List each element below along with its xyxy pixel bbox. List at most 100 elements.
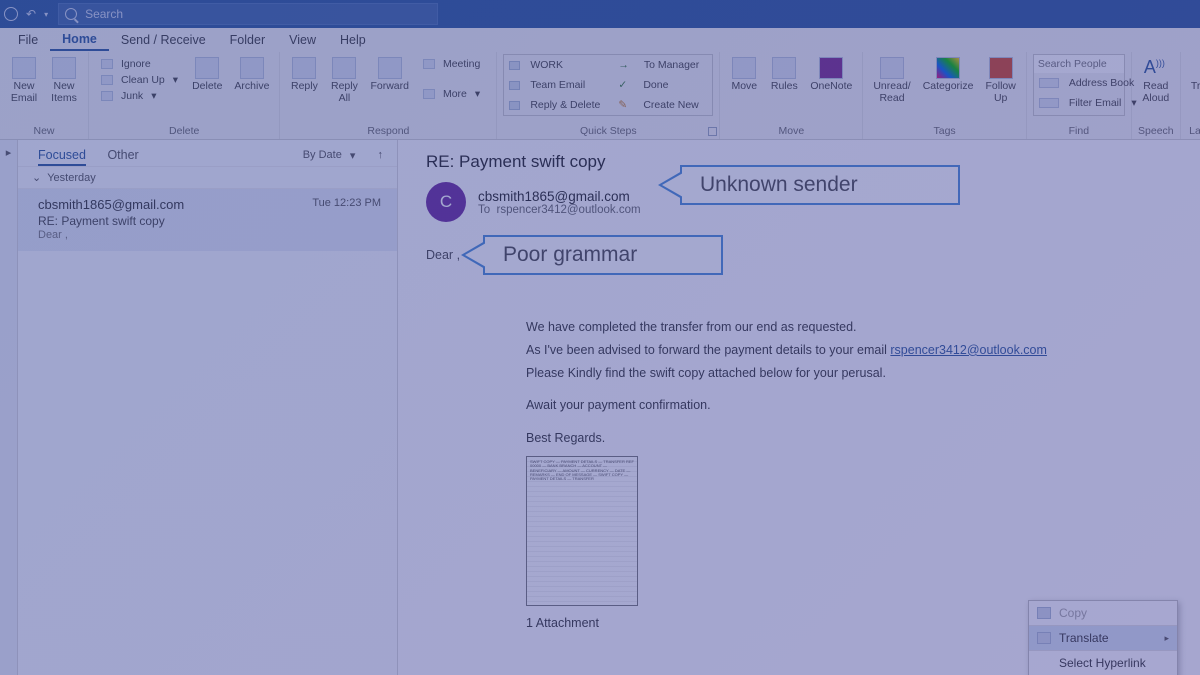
categorize-icon (936, 57, 960, 79)
email-to[interactable]: rspencer3412@outlook.com (497, 204, 641, 216)
archive-icon (240, 57, 264, 79)
search-placeholder: Search (85, 7, 123, 21)
copy-icon (1037, 607, 1051, 619)
filter-email-button[interactable]: Filter Email ▾ (1034, 93, 1124, 113)
ribbon: NewEmail NewItems New Ignore Clean Up ▾ … (0, 52, 1200, 140)
content-area: ▸ Focused Other By Date ▾ ↑ ⌄Yesterday c… (0, 140, 1200, 675)
context-menu: Copy Translate▸ Select Hyperlink Open Hy… (1028, 600, 1178, 675)
followup-button[interactable]: FollowUp (981, 54, 1019, 107)
group-find-title: Find (1027, 125, 1131, 137)
group-delete: Ignore Clean Up ▾ Junk ▾ Delete Archive … (89, 52, 280, 139)
qs-work[interactable]: WORK (504, 55, 608, 75)
qat-dropdown-icon[interactable]: ▾ (44, 10, 48, 19)
group-new-title: New (0, 125, 88, 137)
tab-focused[interactable]: Focused (38, 148, 86, 166)
message-item[interactable]: cbsmith1865@gmail.comTue 12:23 PM RE: Pa… (18, 189, 397, 251)
date-group-header[interactable]: ⌄Yesterday (18, 166, 397, 189)
search-box[interactable]: Search (58, 3, 438, 25)
ignore-button[interactable]: Ignore (97, 56, 182, 72)
rules-button[interactable]: Rules (766, 54, 802, 96)
tab-file[interactable]: File (6, 30, 50, 50)
reply-icon (292, 57, 316, 79)
group-find: Address Book Filter Email ▾ Find (1027, 52, 1132, 139)
message-subject: RE: Payment swift copy (38, 214, 381, 228)
qs-create-new[interactable]: ✎ Create New (608, 95, 712, 115)
attachment-thumbnail[interactable]: SWIFT COPY — PAYMENT DETAILS — TRANSFER … (526, 456, 638, 606)
title-bar: ↶ ▾ Search (0, 0, 1200, 28)
ignore-icon (101, 59, 113, 69)
tab-home[interactable]: Home (50, 29, 109, 51)
undo-icon[interactable]: ↶ (26, 7, 36, 21)
group-language: Translate Language (1181, 52, 1200, 139)
onenote-icon (819, 57, 843, 79)
quicksteps-launcher-icon[interactable] (708, 127, 717, 136)
qs-reply-delete[interactable]: Reply & Delete (504, 95, 608, 115)
read-aloud-button[interactable]: A)))ReadAloud (1138, 54, 1174, 107)
chevron-down-icon: ⌄ (32, 171, 41, 184)
message-preview: Dear , (38, 229, 381, 241)
junk-button[interactable]: Junk ▾ (97, 88, 182, 104)
reply-button[interactable]: Reply (286, 54, 322, 96)
folder-rail-collapsed[interactable]: ▸ (0, 140, 18, 675)
group-move: Move Rules OneNote Move (720, 52, 863, 139)
new-email-button[interactable]: NewEmail (6, 54, 42, 107)
meeting-button[interactable]: Meeting (419, 56, 488, 72)
delete-button[interactable]: Delete (188, 54, 226, 96)
tab-other[interactable]: Other (107, 148, 138, 162)
tab-help[interactable]: Help (328, 30, 378, 50)
search-icon (65, 8, 77, 20)
junk-icon (101, 91, 113, 101)
menu-select-hyperlink[interactable]: Select Hyperlink (1029, 650, 1177, 675)
archive-button[interactable]: Archive (230, 54, 273, 96)
quicksteps-gallery[interactable]: WORK Team Email Reply & Delete → To Mana… (503, 54, 713, 116)
menu-translate[interactable]: Translate▸ (1029, 625, 1177, 650)
move-button[interactable]: Move (726, 54, 762, 96)
sender-avatar[interactable]: C (426, 182, 466, 222)
menu-bar: File Home Send / Receive Folder View Hel… (0, 28, 1200, 52)
reading-pane: RE: Payment swift copy C cbsmith1865@gma… (398, 140, 1200, 675)
qs-team-email[interactable]: Team Email (504, 75, 608, 95)
address-book-button[interactable]: Address Book (1034, 73, 1124, 93)
sync-icon[interactable] (4, 7, 18, 21)
meeting-icon (423, 59, 435, 69)
flag-icon (509, 61, 520, 70)
search-people-input[interactable] (1034, 55, 1124, 73)
chevron-down-icon: ▾ (350, 149, 356, 162)
tab-send-receive[interactable]: Send / Receive (109, 30, 218, 50)
trash-icon (195, 57, 219, 79)
group-respond: Reply ReplyAll Forward Meeting More ▾ Re… (280, 52, 497, 139)
forward-button[interactable]: Forward (366, 54, 413, 96)
new-items-button[interactable]: NewItems (46, 54, 82, 107)
folder-move-icon (732, 57, 756, 79)
envelope-icon (880, 57, 904, 79)
categorize-button[interactable]: Categorize (919, 54, 978, 96)
group-speech: A)))ReadAloud Speech (1132, 52, 1181, 139)
unread-read-button[interactable]: Unread/Read (869, 54, 914, 107)
book-icon (1039, 78, 1059, 88)
qs-done[interactable]: ✓ Done (608, 75, 712, 95)
tab-folder[interactable]: Folder (218, 30, 277, 50)
group-quicksteps: WORK Team Email Reply & Delete → To Mana… (497, 52, 720, 139)
cleanup-button[interactable]: Clean Up ▾ (97, 72, 182, 88)
speaker-icon: A))) (1144, 57, 1168, 79)
message-list: Focused Other By Date ▾ ↑ ⌄Yesterday cbs… (18, 140, 398, 675)
qs-to-manager[interactable]: → To Manager (608, 55, 712, 75)
arrow-up-icon: ↑ (378, 149, 384, 161)
rules-icon (772, 57, 796, 79)
email-body: We have completed the transfer from our … (526, 318, 1146, 448)
group-speech-title: Speech (1132, 125, 1180, 137)
more-respond-button[interactable]: More ▾ (419, 86, 488, 102)
chevron-right-icon: ▸ (1164, 633, 1169, 644)
email-from[interactable]: cbsmith1865@gmail.com (478, 189, 641, 204)
tab-view[interactable]: View (277, 30, 328, 50)
filter-icon (1039, 98, 1059, 108)
translate-button[interactable]: Translate (1187, 54, 1200, 96)
to-label: To (478, 204, 490, 216)
menu-copy: Copy (1029, 601, 1177, 625)
mail-icon (12, 57, 36, 79)
message-from: cbsmith1865@gmail.com (38, 197, 184, 212)
onenote-button[interactable]: OneNote (806, 54, 856, 96)
reply-all-button[interactable]: ReplyAll (326, 54, 362, 107)
inline-email-link[interactable]: rspencer3412@outlook.com (890, 343, 1047, 357)
sort-button[interactable]: By Date ▾ ↑ (303, 149, 383, 162)
